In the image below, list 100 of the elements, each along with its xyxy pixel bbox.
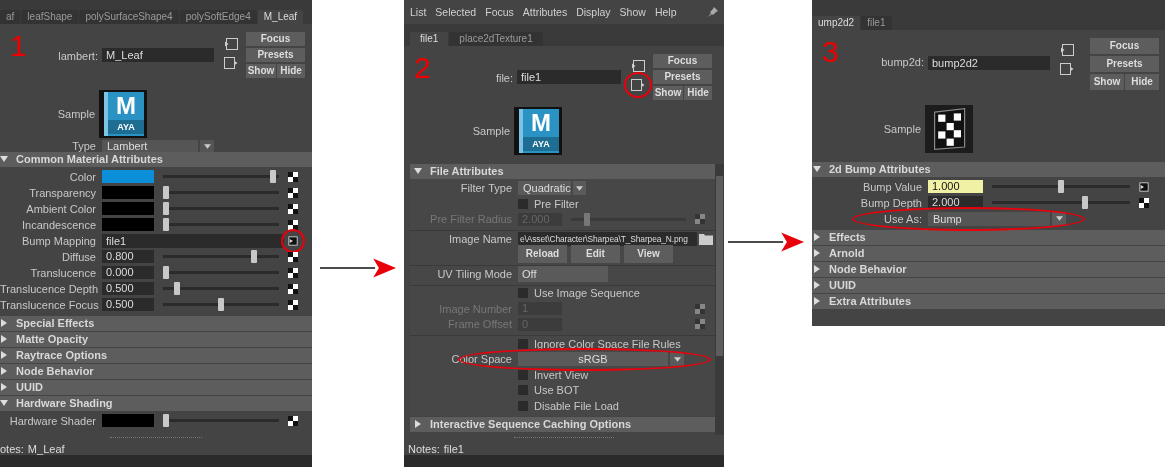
color-swatch[interactable] [102, 218, 154, 231]
output-connections-icon[interactable] [224, 57, 238, 69]
checker-icon[interactable] [288, 219, 298, 230]
expanded-triangle-icon[interactable] [414, 167, 422, 176]
tab[interactable]: place2dTexture1 [449, 32, 543, 46]
button[interactable]: Presets [653, 70, 712, 84]
button[interactable]: Presets [246, 48, 305, 62]
notes-field[interactable] [404, 455, 724, 467]
tab[interactable]: polySoftEdge4 [179, 10, 257, 24]
section-header[interactable]: Common Material Attributes [0, 152, 312, 167]
menu-item[interactable]: Focus [485, 6, 514, 18]
section-header[interactable]: Extra Attributes [812, 294, 1165, 309]
checker-icon[interactable] [288, 251, 298, 262]
checkbox[interactable] [518, 288, 528, 299]
color-swatch[interactable] [102, 414, 154, 427]
button[interactable]: Hide [684, 86, 712, 100]
checkbox-label: Use BOT [534, 384, 580, 397]
button[interactable]: Hide [1125, 74, 1159, 90]
color-swatch[interactable] [102, 202, 154, 215]
expanded-triangle-icon[interactable] [0, 399, 8, 408]
section-header[interactable]: Matte Opacity [0, 332, 312, 347]
button[interactable]: Edit [571, 245, 620, 264]
pin-icon[interactable] [708, 7, 718, 17]
node-name-field[interactable]: bump2d2 [928, 56, 1050, 70]
button[interactable]: Focus [246, 32, 305, 46]
node-name-field[interactable]: M_Leaf [102, 48, 214, 62]
button[interactable]: Show [1090, 74, 1124, 90]
attribute-label: Transparency [29, 186, 96, 199]
scrollbar[interactable] [715, 164, 724, 435]
checker-icon[interactable] [288, 203, 298, 214]
attribute-label: Filter Type [460, 182, 512, 195]
menu-item[interactable]: List [410, 6, 427, 18]
checkbox[interactable] [518, 369, 528, 380]
connection-icon[interactable] [1139, 181, 1149, 192]
checkbox[interactable] [518, 338, 528, 349]
checker-icon[interactable] [288, 267, 298, 278]
tab[interactable]: ump2d2 [812, 16, 861, 30]
folder-icon[interactable] [699, 232, 713, 245]
input-connections-icon[interactable] [224, 38, 238, 50]
menu-item[interactable]: Display [576, 6, 611, 18]
button[interactable]: Show [653, 86, 683, 100]
notes-field[interactable] [0, 455, 312, 467]
section-header[interactable]: UUID [0, 380, 312, 395]
checker-icon[interactable] [288, 415, 298, 426]
tab[interactable]: leafShape [21, 10, 79, 24]
section-header[interactable]: Raytrace Options [0, 348, 312, 363]
section-header[interactable]: Node Behavior [812, 262, 1165, 277]
tab[interactable]: af [0, 10, 21, 24]
number-field[interactable]: 1.000 [928, 180, 983, 193]
number-field[interactable]: 0.800 [102, 250, 154, 263]
button[interactable]: Focus [1090, 38, 1159, 54]
section-header[interactable]: 2d Bump Attributes [812, 162, 1165, 177]
checkbox-label: Invert View [534, 368, 589, 381]
checker-icon[interactable] [288, 283, 298, 294]
section-header[interactable]: UUID [812, 278, 1165, 293]
output-connections-icon[interactable] [1060, 63, 1074, 75]
number-field[interactable]: 0.500 [102, 298, 154, 311]
button[interactable]: Reload [518, 245, 567, 264]
button[interactable]: Hide [277, 64, 305, 78]
menu-item[interactable]: Attributes [522, 6, 568, 18]
checkbox[interactable] [518, 400, 528, 411]
menu-item[interactable]: Show [619, 6, 646, 18]
button[interactable]: Show [246, 64, 276, 78]
tab[interactable]: file1 [410, 32, 449, 46]
node-name-field[interactable]: file1 [517, 70, 621, 84]
path-field[interactable]: e\Asset\Character\Sharpea\T_Sharpea_N.png [518, 231, 697, 246]
checkbox[interactable] [518, 198, 528, 209]
checker-icon[interactable] [288, 299, 298, 310]
expanded-triangle-icon[interactable] [813, 165, 821, 174]
collapsed-triangle-icon[interactable] [414, 420, 422, 429]
color-swatch[interactable] [102, 186, 154, 199]
expanded-triangle-icon[interactable] [0, 155, 8, 164]
tab[interactable]: polySurfaceShape4 [79, 10, 179, 24]
tab[interactable]: M_Leaf [257, 10, 304, 24]
section-header[interactable]: Special Effects [0, 316, 312, 331]
output-connections-icon[interactable] [631, 79, 645, 91]
button[interactable]: Focus [653, 54, 712, 68]
number-field[interactable]: 0.500 [102, 282, 154, 295]
button[interactable]: View [624, 245, 673, 264]
menu-item[interactable]: Selected [435, 6, 477, 18]
section-header[interactable]: Hardware Shading [0, 396, 312, 411]
input-connections-icon[interactable] [1060, 44, 1074, 56]
checker-icon[interactable] [288, 187, 298, 198]
button[interactable]: Presets [1090, 56, 1159, 72]
tab[interactable]: file1 [861, 16, 892, 30]
number-field[interactable]: 0.000 [102, 266, 154, 279]
dropdown[interactable]: Off [518, 265, 608, 282]
checker-icon[interactable] [1139, 197, 1149, 208]
color-swatch[interactable] [102, 170, 154, 183]
section-header[interactable]: Node Behavior [0, 364, 312, 379]
section-header[interactable]: Effects [812, 230, 1165, 245]
text-field[interactable]: file1 [102, 233, 284, 248]
section-header[interactable]: Arnold [812, 246, 1165, 261]
section-header[interactable]: File Attributes [410, 164, 715, 179]
menu-item[interactable]: Help [654, 6, 677, 18]
checkbox[interactable] [518, 385, 528, 396]
input-connections-icon[interactable] [631, 60, 645, 72]
connection-icon[interactable] [288, 235, 298, 246]
section-header[interactable]: Interactive Sequence Caching Options [410, 417, 715, 432]
checker-icon[interactable] [288, 171, 298, 182]
